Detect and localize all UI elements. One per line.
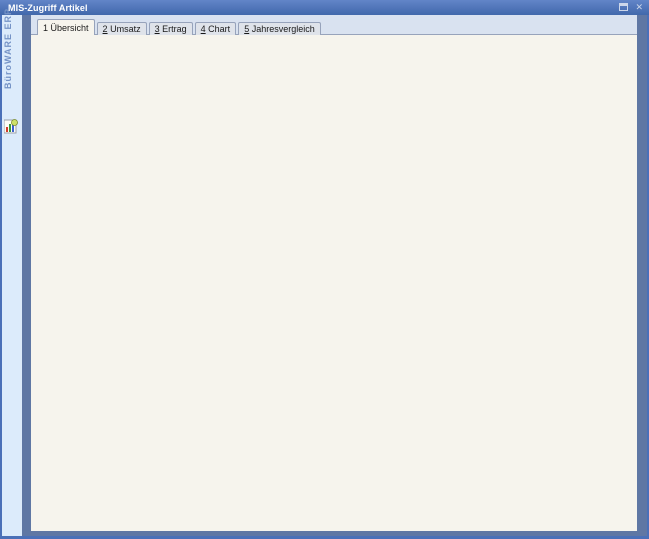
mis-chart-icon[interactable] (4, 119, 18, 136)
bottom-splitter-band (31, 531, 637, 536)
close-icon[interactable]: ✕ (635, 2, 643, 12)
restore-icon[interactable] (619, 3, 628, 11)
tab-ertrag[interactable]: 3 Ertrag (149, 22, 193, 35)
tab-umsatz[interactable]: 2 Umsatz (97, 22, 147, 35)
mis-window: MIS-Zugriff Artikel ✕ BüroWARE ERP 1 Übe… (0, 0, 649, 539)
tab-strip: 1 Übersicht 2 Umsatz 3 Ertrag 4 Chart 5 … (31, 15, 637, 34)
window-title: MIS-Zugriff Artikel (0, 3, 88, 13)
left-splitter-band (22, 15, 31, 536)
sidebar (2, 15, 22, 536)
tab-bar: 1 Übersicht 2 Umsatz 3 Ertrag 4 Chart 5 … (37, 19, 321, 35)
tab-jahresvergleich[interactable]: 5 Jahresvergleich (238, 22, 321, 35)
titlebar: MIS-Zugriff Artikel ✕ (0, 0, 649, 15)
tab-page-uebersicht (31, 34, 637, 531)
tab-uebersicht[interactable]: 1 Übersicht (37, 19, 95, 35)
brand-label: BüroWARE ERP (3, 8, 13, 89)
right-splitter-band (637, 15, 647, 536)
tab-chart[interactable]: 4 Chart (195, 22, 237, 35)
